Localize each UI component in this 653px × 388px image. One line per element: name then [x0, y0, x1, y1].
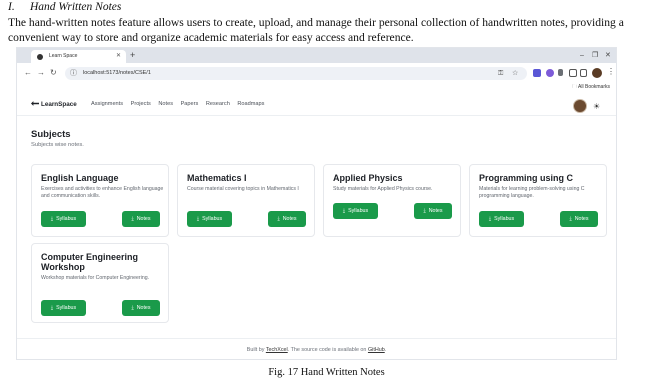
all-bookmarks[interactable]: 🗀 All Bookmarks [572, 83, 610, 92]
url-text: localhost:5173/notes/CSE/1 [83, 70, 151, 76]
nav-assignments[interactable]: Assignments [91, 101, 123, 107]
nav-divider [17, 115, 616, 116]
nav-roadmaps[interactable]: Roadmaps [237, 101, 264, 107]
subject-card: Mathematics I Course material covering t… [177, 164, 315, 237]
syllabus-button[interactable]: ⤓ Syllabus [187, 211, 232, 227]
download-icon: ⤓ [50, 305, 54, 311]
syllabus-button[interactable]: ⤓ Syllabus [479, 211, 524, 227]
download-icon: ⤓ [488, 216, 492, 222]
sidebar-icon[interactable] [580, 69, 587, 77]
download-icon: ⤓ [423, 208, 426, 214]
subject-title: English Language [41, 173, 119, 183]
forward-icon[interactable]: → [37, 67, 45, 79]
subject-description: Workshop materials for Computer Engineer… [41, 275, 150, 281]
nav-notes[interactable]: Notes [158, 101, 173, 107]
subject-card: Applied Physics Study materials for Appl… [323, 164, 461, 237]
download-icon: ⤓ [131, 216, 134, 222]
maximize-icon[interactable]: ❐ [592, 50, 598, 61]
section-heading: I. Hand Written Notes [8, 1, 121, 13]
bookmarks-bar: 🗀 All Bookmarks [17, 83, 616, 93]
address-bar: ← → ↻ ⓘ localhost:5173/notes/CSE/1 ⚿ ☆ ⋮ [17, 63, 616, 83]
reload-icon[interactable]: ↻ [50, 67, 57, 79]
footer-text: Built by TechXcel. The source code is av… [246, 347, 387, 353]
nav-research[interactable]: Research [206, 101, 230, 107]
page-subtitle: Subjects wise notes. [31, 142, 84, 148]
all-bookmarks-label: All Bookmarks [578, 84, 610, 90]
section-title: Hand Written Notes [30, 1, 122, 13]
brand-logo[interactable]: LearnSpace [31, 99, 77, 110]
extension-icon[interactable] [546, 69, 554, 77]
download-icon: ⤓ [569, 216, 572, 222]
close-icon[interactable]: ✕ [605, 50, 611, 61]
subject-title: Programming using C [479, 173, 574, 183]
download-icon: ⤓ [196, 216, 200, 222]
notes-button[interactable]: ⤓ Notes [122, 211, 160, 227]
user-avatar[interactable] [573, 99, 587, 113]
notes-button[interactable]: ⤓ Notes [268, 211, 306, 227]
extension-icon[interactable] [569, 69, 577, 77]
profile-avatar[interactable] [592, 68, 602, 78]
back-icon[interactable]: ← [24, 67, 32, 79]
subject-description: Study materials for Applied Physics cour… [333, 186, 433, 192]
subject-card: Programming using C Materials for learni… [469, 164, 607, 237]
download-icon: ⤓ [342, 208, 346, 214]
nav-papers[interactable]: Papers [181, 101, 199, 107]
browser-window: Learn Space ✕ + – ❐ ✕ ← → ↻ ⓘ localhost:… [16, 47, 617, 360]
tab-title: Learn Space [49, 53, 78, 59]
notes-button[interactable]: ⤓ Notes [122, 300, 160, 316]
syllabus-button[interactable]: ⤓ Syllabus [41, 211, 86, 227]
notes-button[interactable]: ⤓ Notes [560, 211, 598, 227]
menu-icon[interactable]: ⋮ [607, 66, 615, 78]
download-icon: ⤓ [50, 216, 54, 222]
subject-card: English Language Exercises and activitie… [31, 164, 169, 237]
browser-tab[interactable]: Learn Space ✕ [31, 50, 126, 63]
author-link[interactable]: TechXcel [266, 347, 288, 353]
logo-icon [31, 101, 39, 106]
download-icon: ⤓ [277, 216, 280, 222]
nav-links: Assignments Projects Notes Papers Resear… [91, 99, 270, 110]
key-icon[interactable]: ⚿ [498, 68, 503, 79]
subject-card: Computer Engineering Workshop Workshop m… [31, 243, 169, 323]
subject-description: Course material covering topics in Mathe… [187, 186, 299, 192]
favicon-icon [37, 54, 43, 60]
brand-name: LearnSpace [41, 101, 77, 108]
subject-description: Materials for learning problem-solving u… [479, 186, 585, 199]
tab-bar: Learn Space ✕ + – ❐ ✕ [17, 48, 616, 63]
footer-divider [17, 338, 616, 339]
syllabus-button[interactable]: ⤓ Syllabus [41, 300, 86, 316]
notes-button[interactable]: ⤓ Notes [414, 203, 452, 219]
subject-description: Exercises and activities to enhance Engl… [41, 186, 164, 199]
nav-projects[interactable]: Projects [131, 101, 151, 107]
minimize-icon[interactable]: – [580, 50, 584, 61]
subject-title: Applied Physics [333, 173, 403, 183]
star-icon[interactable]: ☆ [512, 68, 518, 79]
section-paragraph: The hand-written notes feature allows us… [8, 16, 624, 44]
figure-caption: Fig. 17 Hand Written Notes [268, 367, 385, 378]
syllabus-button[interactable]: ⤓ Syllabus [333, 203, 378, 219]
info-icon[interactable]: ⓘ [70, 68, 77, 79]
tab-close-icon[interactable]: ✕ [116, 50, 121, 63]
extension-icon[interactable] [558, 69, 563, 76]
subject-title: Mathematics I [187, 173, 247, 183]
extension-icon[interactable] [533, 69, 541, 77]
theme-toggle-icon[interactable]: ☀ [593, 102, 600, 111]
page-title: Subjects [31, 129, 71, 140]
subject-title: Computer Engineering Workshop [41, 252, 139, 272]
section-number: I. [8, 1, 15, 13]
new-tab-icon[interactable]: + [130, 50, 135, 61]
url-field[interactable]: ⓘ localhost:5173/notes/CSE/1 ⚿ ☆ [65, 67, 527, 80]
download-icon: ⤓ [131, 305, 134, 311]
github-link[interactable]: GitHub [368, 347, 385, 353]
app-navbar: LearnSpace Assignments Projects Notes Pa… [17, 95, 616, 115]
